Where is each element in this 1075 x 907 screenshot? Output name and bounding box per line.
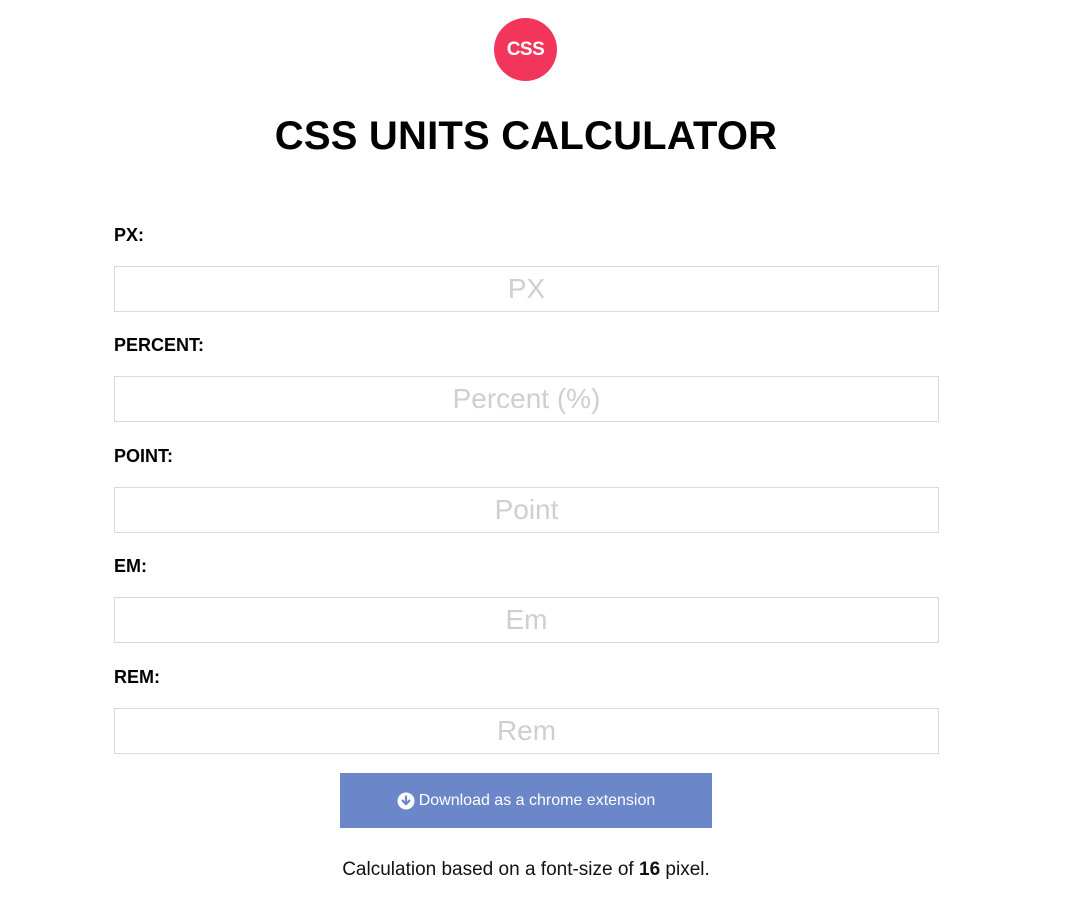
calculation-note-prefix: Calculation based on a font-size of <box>342 859 639 880</box>
point-label: POINT: <box>114 446 174 466</box>
download-extension-button[interactable]: Download as a chrome extension <box>340 773 712 828</box>
calculation-note: Calculation based on a font-size of 16 p… <box>0 858 1052 882</box>
calculation-note-suffix: pixel. <box>660 859 710 880</box>
percent-input[interactable] <box>114 376 939 422</box>
point-input[interactable] <box>114 487 939 533</box>
download-circle-icon <box>397 792 415 810</box>
css-logo: CSS <box>494 18 557 81</box>
rem-field: REM: <box>114 666 939 754</box>
download-button-label: Download as a chrome extension <box>418 791 656 809</box>
em-input[interactable] <box>114 597 939 643</box>
em-label: EM: <box>114 556 147 576</box>
percent-field: PERCENT: <box>114 334 939 422</box>
css-logo-text: CSS <box>506 38 545 60</box>
percent-label: PERCENT: <box>114 335 205 355</box>
rem-label: REM: <box>114 667 160 687</box>
point-field: POINT: <box>114 445 939 533</box>
px-field: PX: <box>114 224 939 312</box>
px-input[interactable] <box>114 266 939 312</box>
px-label: PX: <box>114 225 145 245</box>
page-title: CSS UNITS CALCULATOR <box>274 114 778 158</box>
base-font-size-value: 16 <box>639 859 661 880</box>
rem-input[interactable] <box>114 708 939 754</box>
em-field: EM: <box>114 555 939 643</box>
